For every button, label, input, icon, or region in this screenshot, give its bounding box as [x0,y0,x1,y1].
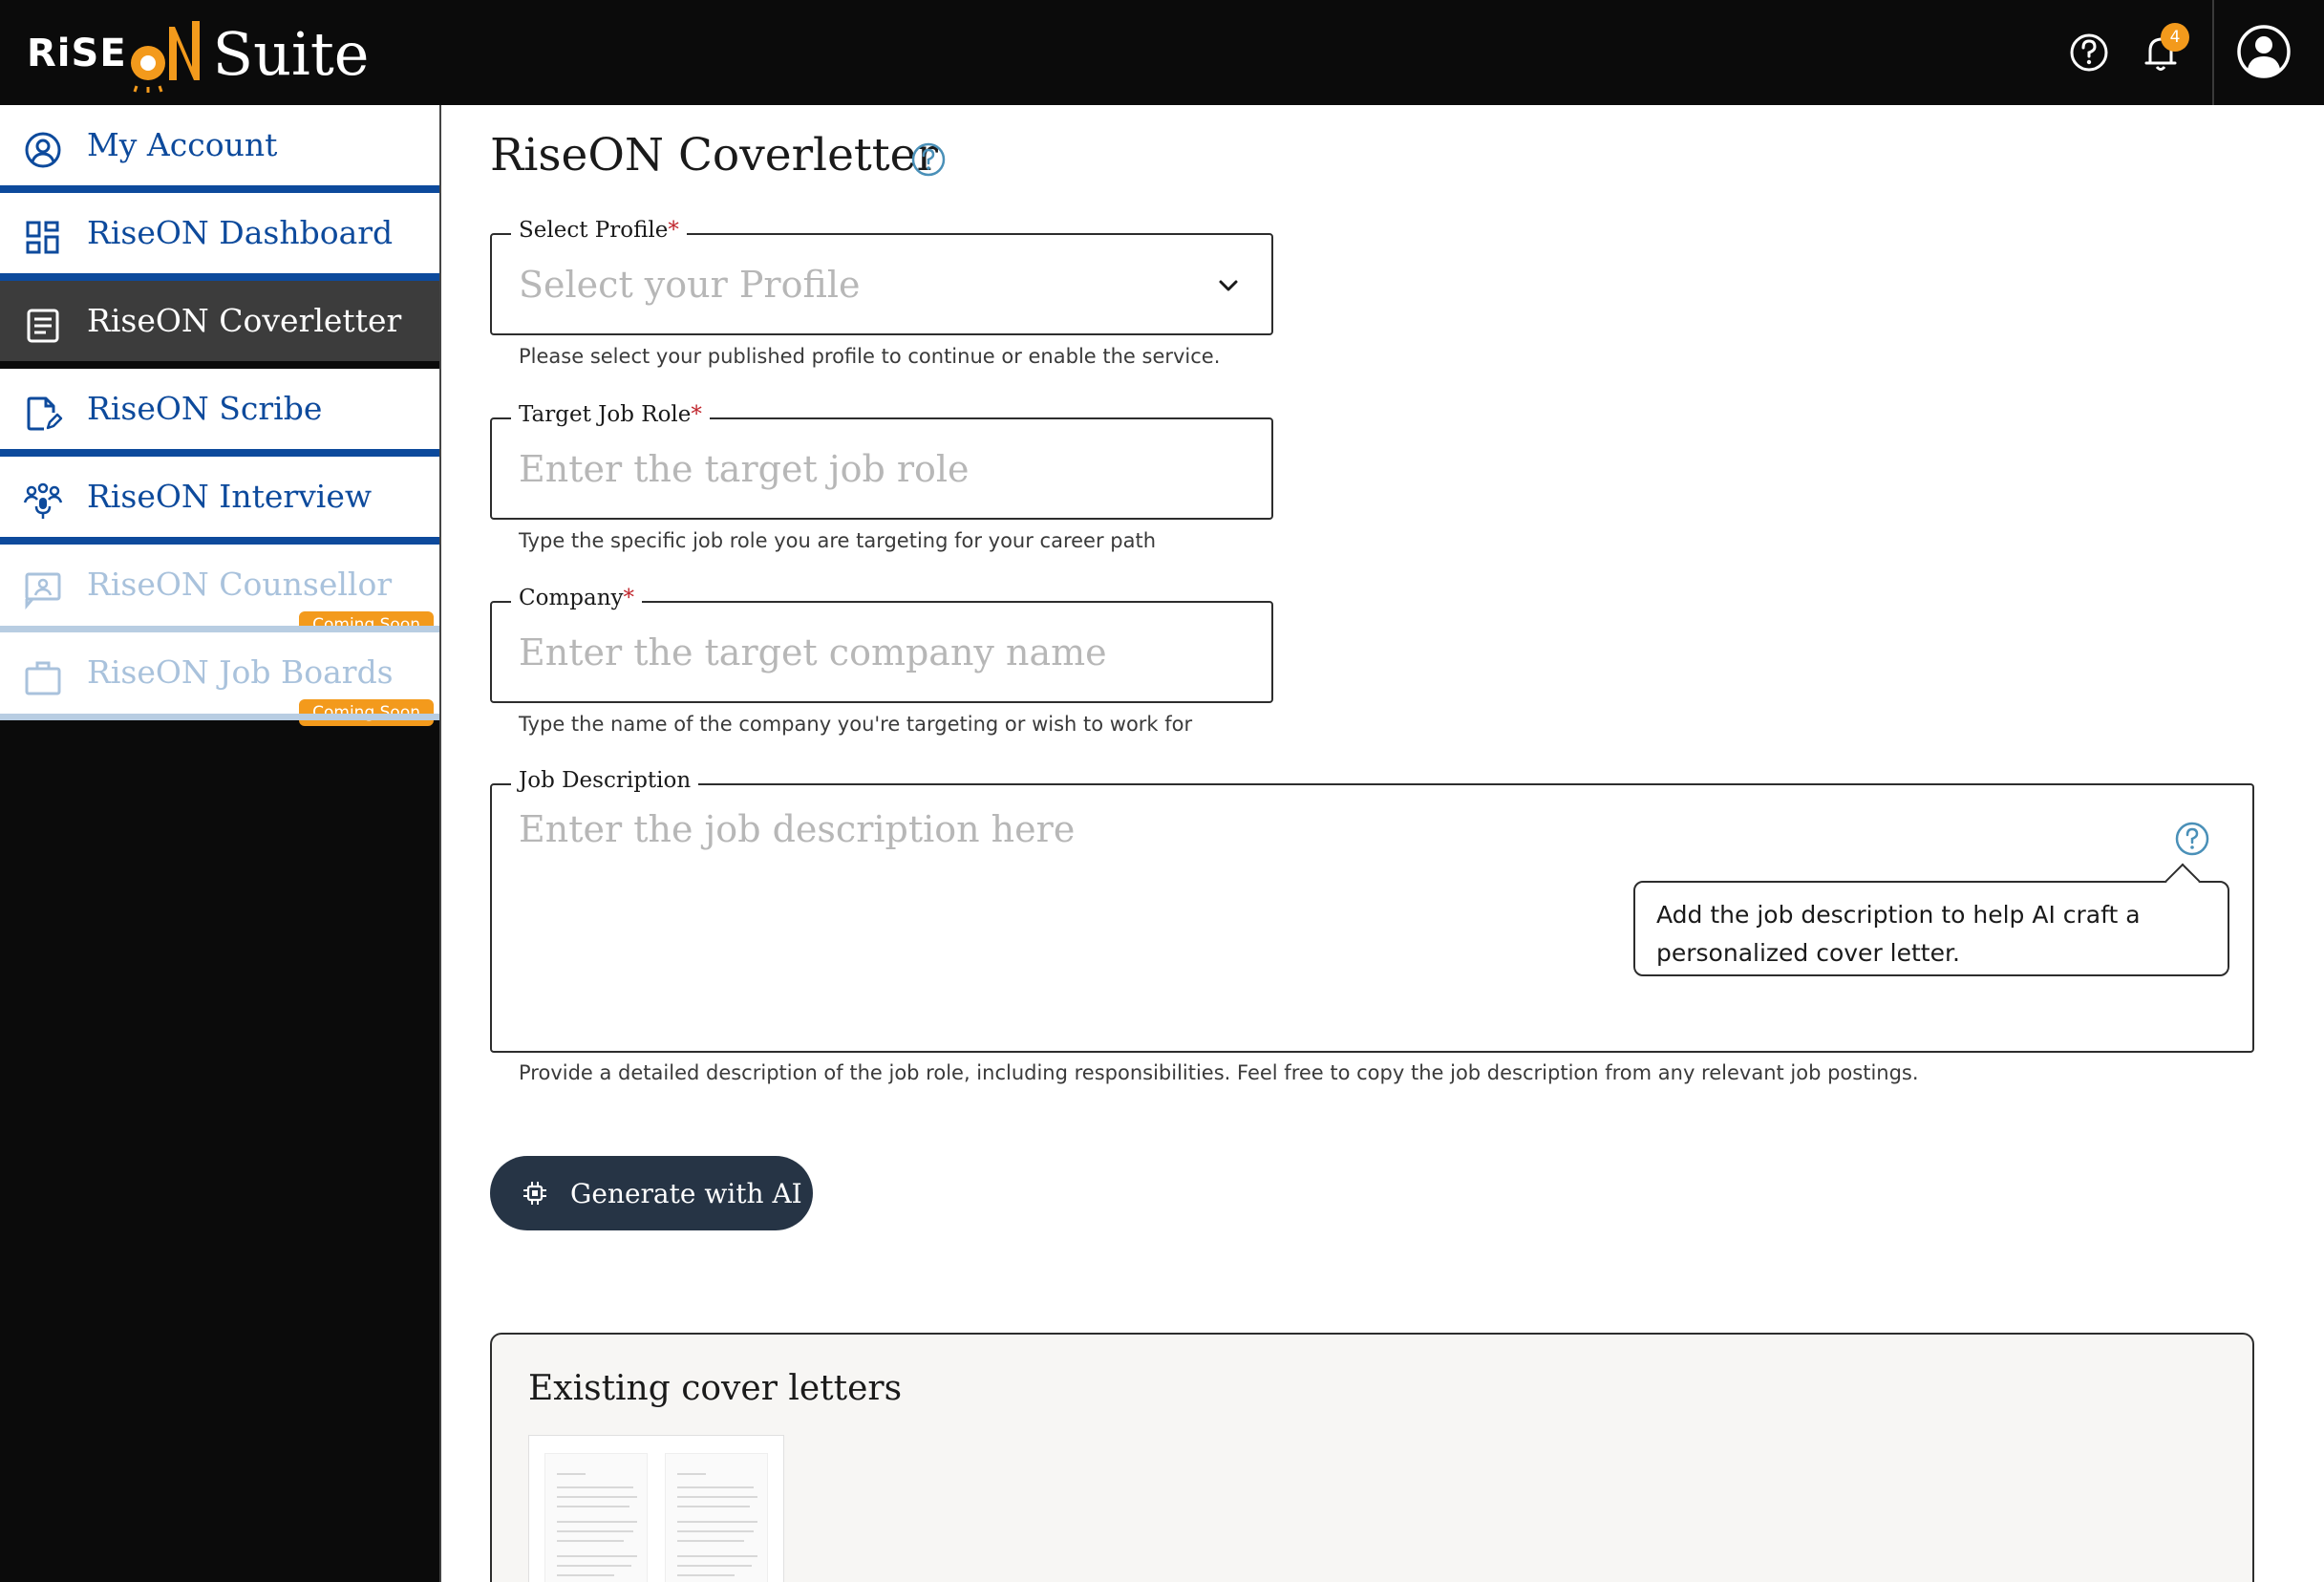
job-role-helper-text: Type the specific job role you are targe… [519,529,1156,552]
sidebar-item-underline [0,537,439,545]
account-circle-icon [23,130,63,170]
generate-with-ai-button[interactable]: Generate with AI [490,1156,813,1230]
target-job-role-input[interactable] [519,442,1226,496]
cover-letter-page-preview [665,1453,768,1582]
people-mic-icon [23,481,63,522]
sidebar-item-underline [0,361,439,369]
document-lines-icon [23,306,63,346]
dashboard-grid-icon [23,218,63,258]
field-label: Job Description [511,768,698,793]
sidebar-item-job-boards: RiseON Job Boards Coming Soon [0,632,439,720]
user-avatar-icon[interactable] [2235,23,2292,80]
sidebar-item-coverletter[interactable]: RiseON Coverletter [0,281,439,369]
cover-letter-page-preview [544,1453,648,1582]
sidebar-item-label: RiseON Counsellor [87,566,392,603]
select-profile-dropdown[interactable]: Select Profile* [490,233,1273,335]
sidebar-item-underline [0,626,439,632]
help-circle-icon[interactable] [2173,820,2211,858]
field-label: Company* [511,586,642,610]
field-label: Target Job Role* [511,402,710,427]
sidebar-item-dashboard[interactable]: RiseON Dashboard [0,193,439,281]
job-description-field[interactable]: Job Description Add the job description … [490,783,2254,1053]
profile-helper-text: Please select your published profile to … [519,345,1220,368]
notification-count-badge: 4 [2161,23,2189,52]
company-field[interactable]: Company* [490,601,1273,703]
document-edit-icon [23,394,63,434]
sidebar-item-label: RiseON Interview [87,478,372,515]
sidebar-item-counsellor: RiseON Counsellor Coming Soon [0,545,439,632]
sidebar-item-underline [0,714,439,720]
header-divider [2212,0,2214,105]
generate-button-label: Generate with AI [570,1178,802,1209]
select-profile-input[interactable] [519,258,1226,311]
existing-cover-letters-panel: Existing cover letters [490,1333,2254,1582]
tooltip-arrow [2165,864,2201,899]
sidebar-item-label: My Account [87,126,277,163]
sidebar-item-scribe[interactable]: RiseON Scribe [0,369,439,457]
top-header: RiSE Suite 4 [0,0,2324,105]
existing-cover-letters-title: Existing cover letters [528,1369,902,1408]
help-icon[interactable] [2065,29,2113,76]
job-description-tooltip: Add the job description to help AI craft… [1633,881,2229,976]
counsellor-chat-icon [23,569,63,609]
sidebar-item-interview[interactable]: RiseON Interview [0,457,439,545]
ai-chip-icon [521,1179,549,1208]
cover-letter-thumbnail[interactable] [528,1435,784,1582]
sidebar: My Account RiseON Dashboard RiseON Cover… [0,105,441,1582]
chevron-down-icon[interactable] [1214,271,1243,300]
help-circle-icon[interactable] [909,140,948,179]
logo-suite-text: Suite [213,19,370,89]
logo-on-mark [127,13,203,94]
logo-rise-text: RiSE [27,32,127,75]
sidebar-item-my-account[interactable]: My Account [0,105,439,193]
target-job-role-field[interactable]: Target Job Role* [490,417,1273,520]
sidebar-item-underline [0,185,439,193]
sidebar-item-label: RiseON Coverletter [87,302,401,339]
tooltip-text: Add the job description to help AI craft… [1656,901,2141,967]
sidebar-item-label: RiseON Scribe [87,390,322,427]
field-label: Select Profile* [511,218,687,243]
company-input[interactable] [519,626,1226,679]
sidebar-item-label: RiseON Dashboard [87,214,393,251]
sidebar-item-underline [0,273,439,281]
sidebar-item-underline [0,449,439,457]
page-title: RiseON Coverletter [490,129,938,182]
company-helper-text: Type the name of the company you're targ… [519,713,1192,736]
riseon-suite-logo[interactable]: RiSE Suite [27,13,370,94]
briefcase-icon [23,657,63,697]
coming-soon-badge: Coming Soon [299,699,434,726]
sidebar-item-label: RiseON Job Boards [87,653,394,691]
job-description-helper-text: Provide a detailed description of the jo… [519,1061,1919,1084]
